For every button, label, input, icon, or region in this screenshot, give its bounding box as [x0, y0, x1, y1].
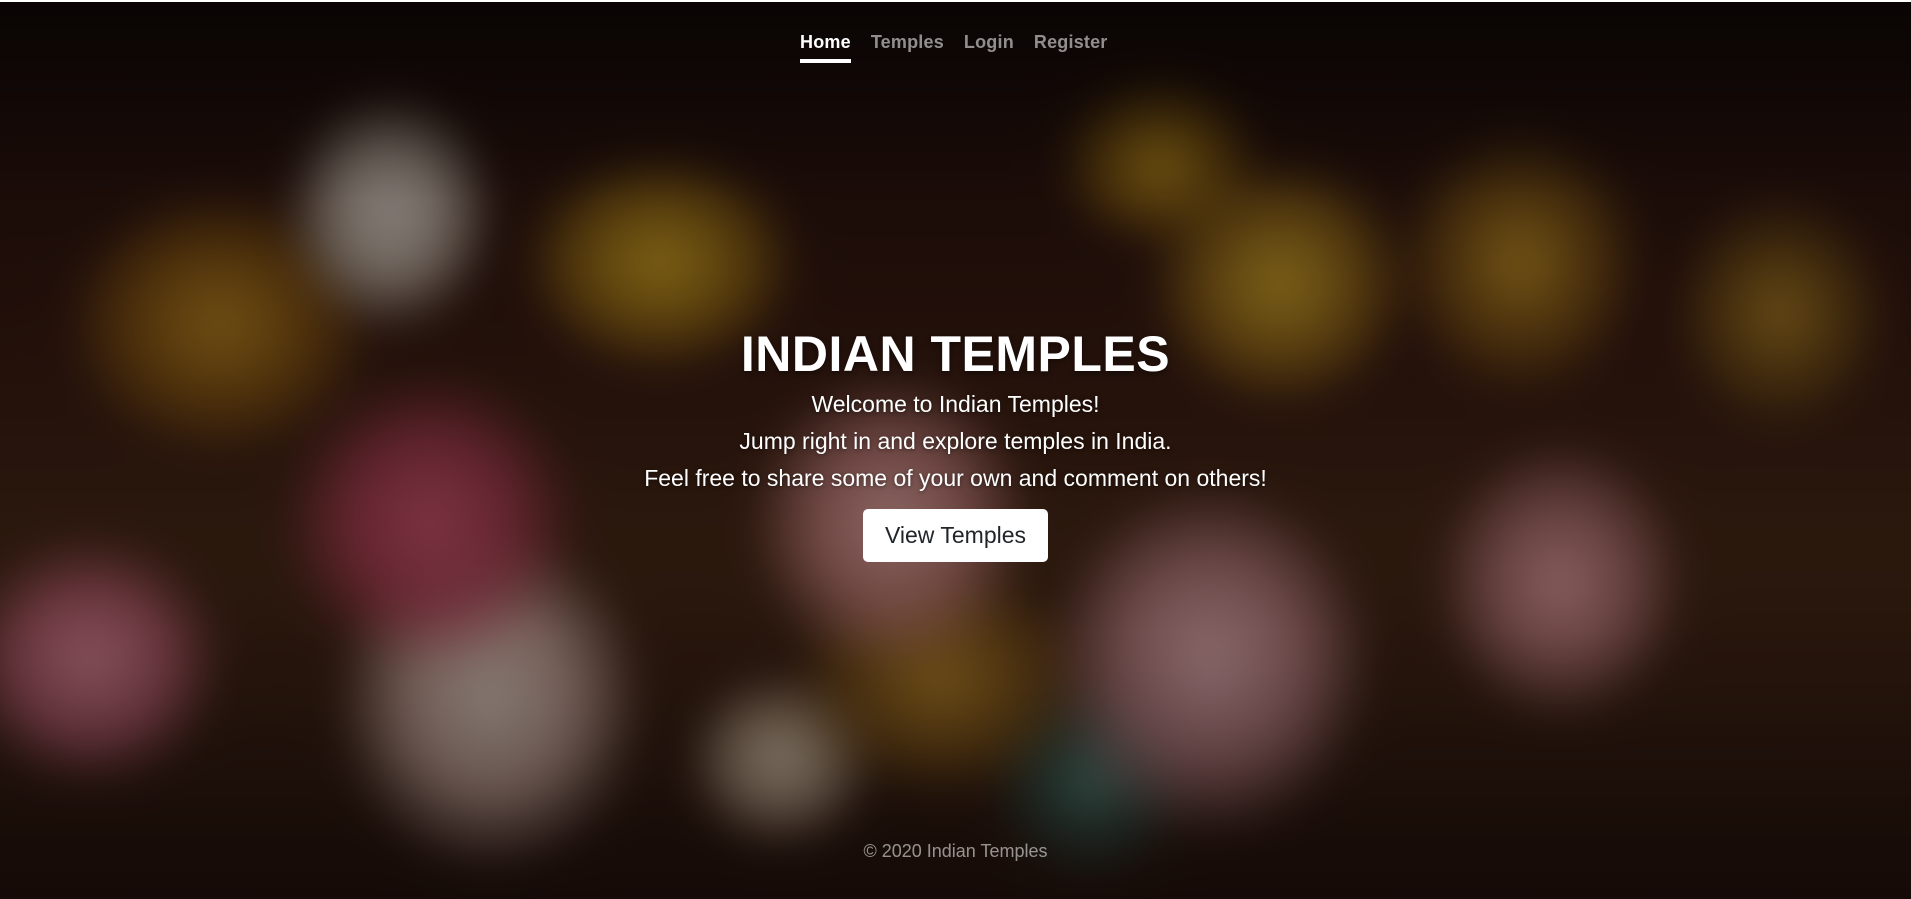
page-title: INDIAN TEMPLES: [740, 326, 1171, 382]
hero-content: INDIAN TEMPLES Welcome to Indian Temples…: [0, 322, 1911, 562]
explore-text: Jump right in and explore temples in Ind…: [739, 428, 1172, 454]
nav-temples[interactable]: Temples: [871, 32, 944, 63]
footer-copyright: © 2020 Indian Temples: [863, 841, 1048, 861]
welcome-text: Welcome to Indian Temples!: [811, 391, 1100, 417]
nav-login[interactable]: Login: [964, 32, 1014, 63]
nav-home[interactable]: Home: [800, 32, 851, 63]
page: Home Temples Login Register INDIAN TEMPL…: [0, 0, 1911, 899]
main-nav: Home Temples Login Register: [800, 32, 1108, 63]
hero-section: Home Temples Login Register INDIAN TEMPL…: [0, 2, 1911, 899]
share-text: Feel free to share some of your own and …: [644, 465, 1267, 491]
nav-register[interactable]: Register: [1034, 32, 1108, 63]
view-temples-button[interactable]: View Temples: [862, 509, 1049, 562]
